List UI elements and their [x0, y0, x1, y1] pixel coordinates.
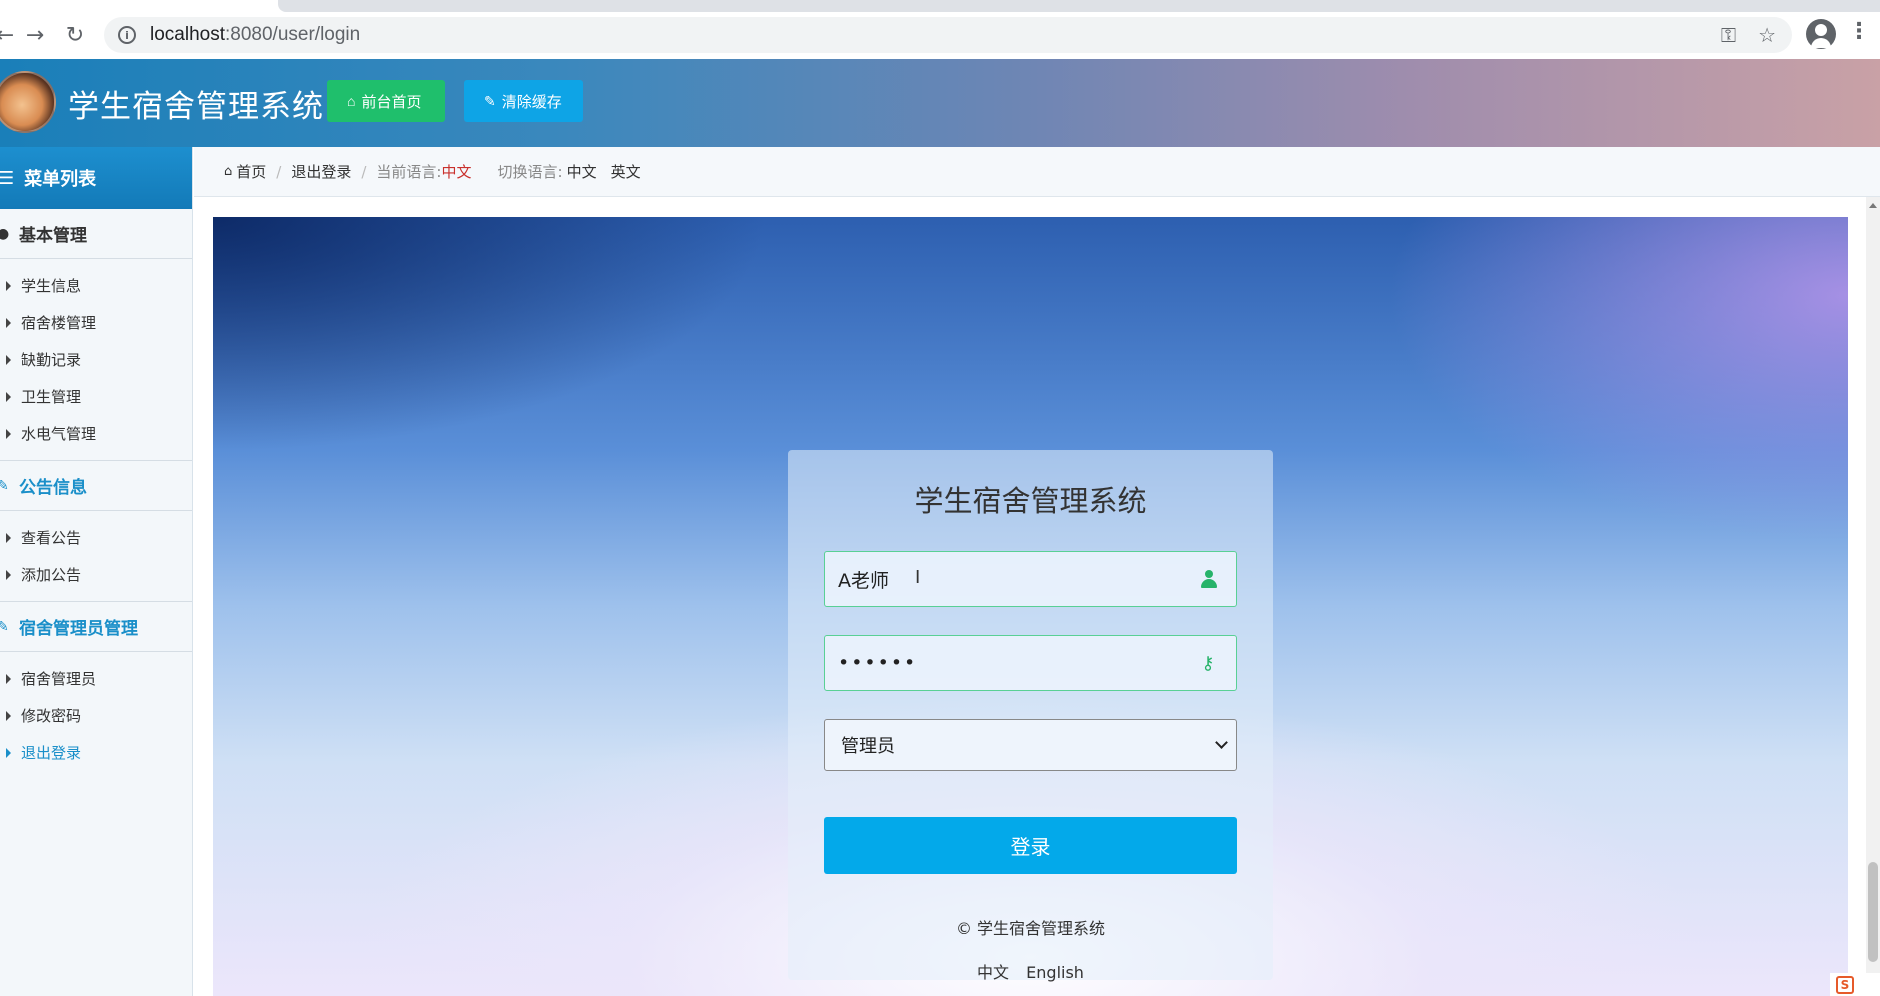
current-lang-label: 当前语言: — [376, 163, 442, 181]
key-icon[interactable]: ⚿ — [1721, 23, 1736, 47]
username-input[interactable]: A老师 I — [824, 551, 1237, 607]
login-title: 学生宿舍管理系统 — [914, 484, 1147, 518]
app-header: 学生宿舍管理系统 ⌂ 前台首页 ✎ 清除缓存 — [0, 59, 1880, 147]
reload-icon[interactable]: ↻ — [58, 18, 92, 52]
url-text[interactable]: localhost:8080/user/login — [150, 24, 360, 46]
caret-right-icon — [6, 391, 11, 402]
sidebar-item-student-info[interactable]: 学生信息 — [0, 267, 192, 304]
sidebar-item-hygiene[interactable]: 卫生管理 — [0, 378, 192, 415]
ime-icon: S — [1836, 975, 1854, 994]
text-cursor-icon: I — [915, 567, 921, 588]
caret-right-icon — [6, 710, 11, 721]
home-button[interactable]: ⌂ 前台首页 — [327, 80, 445, 122]
site-info-icon[interactable]: i — [118, 26, 136, 44]
sidebar-group-basic[interactable]: ● 基本管理 — [0, 209, 192, 259]
sidebar-item-view-notice[interactable]: 查看公告 — [0, 519, 192, 556]
forward-icon[interactable]: → — [18, 18, 52, 52]
caret-right-icon — [6, 354, 11, 365]
sidebar-item-add-notice[interactable]: 添加公告 — [0, 556, 192, 593]
tab-strip — [278, 0, 1880, 12]
password-input[interactable]: •••••• ⚷ — [824, 635, 1237, 691]
login-lang-switch: 中文 English — [788, 959, 1273, 983]
password-value: •••••• — [838, 652, 918, 674]
scroll-up-icon[interactable] — [1869, 203, 1877, 208]
avatar — [0, 71, 56, 133]
caret-right-icon — [6, 280, 11, 291]
role-value: 管理员 — [841, 736, 895, 757]
user-icon: ● — [0, 225, 10, 242]
scrollbar-thumb[interactable] — [1868, 862, 1878, 962]
wrench-icon: ✎ — [484, 92, 496, 109]
clear-cache-button[interactable]: ✎ 清除缓存 — [464, 80, 583, 122]
caret-right-icon — [6, 532, 11, 543]
page-scrollbar[interactable] — [1866, 197, 1880, 996]
caret-right-icon — [6, 569, 11, 580]
corner-badge[interactable]: S — [1830, 973, 1880, 996]
profile-icon[interactable] — [1806, 19, 1836, 49]
breadcrumb-logout[interactable]: 退出登录 — [291, 161, 351, 182]
sidebar-item-logout[interactable]: 退出登录 — [0, 734, 192, 771]
login-button[interactable]: 登录 — [824, 817, 1237, 874]
breadcrumb: ⌂ 首页 / 退出登录 / 当前语言: 中文 切换语言: 中文 英文 — [194, 147, 1880, 197]
sidebar: ☰ 菜单列表 ● 基本管理 学生信息 宿舍楼管理 缺勤记录 卫生管理 水电气管理… — [0, 147, 193, 996]
sidebar-group-notice[interactable]: ✎ 公告信息 — [0, 461, 192, 511]
sidebar-item-building[interactable]: 宿舍楼管理 — [0, 304, 192, 341]
caret-right-icon — [6, 317, 11, 328]
switch-lang-en[interactable]: 英文 — [611, 161, 641, 182]
address-bar[interactable]: i localhost:8080/user/login ⚿ ☆ — [104, 17, 1792, 53]
current-lang: 中文 — [441, 163, 472, 181]
login-lang-zh[interactable]: 中文 — [977, 963, 1009, 982]
edit-icon: ✎ — [0, 477, 9, 494]
sidebar-item-absence[interactable]: 缺勤记录 — [0, 341, 192, 378]
star-icon[interactable]: ☆ — [1758, 23, 1776, 47]
menu-list-icon: ☰ — [0, 167, 15, 189]
sidebar-header: ☰ 菜单列表 — [0, 147, 192, 209]
copyright-text: © 学生宿舍管理系统 — [955, 919, 1106, 938]
browser-toolbar: ← → ↻ i localhost:8080/user/login ⚿ ☆ ⋮ — [0, 0, 1880, 59]
switch-lang-zh[interactable]: 中文 — [567, 161, 597, 182]
switch-lang-label: 切换语言: — [497, 163, 563, 181]
sidebar-item-change-password[interactable]: 修改密码 — [0, 697, 192, 734]
caret-right-icon — [6, 673, 11, 684]
sidebar-group-dorm-admin[interactable]: ✎ 宿舍管理员管理 — [0, 602, 192, 652]
home-icon: ⌂ — [224, 164, 233, 179]
sidebar-item-utilities[interactable]: 水电气管理 — [0, 415, 192, 452]
login-lang-en[interactable]: English — [1026, 963, 1084, 982]
breadcrumb-home[interactable]: 首页 — [236, 161, 266, 182]
caret-right-icon — [6, 747, 11, 758]
chevron-down-icon — [1215, 736, 1228, 749]
browser-menu-icon[interactable]: ⋮ — [1848, 20, 1870, 44]
caret-right-icon — [6, 428, 11, 439]
user-icon — [1198, 568, 1220, 590]
login-card: 学生宿舍管理系统 A老师 I •••••• ⚷ 管理员 登录 © 学生宿舍管理系… — [788, 450, 1273, 983]
sidebar-item-dorm-admin[interactable]: 宿舍管理员 — [0, 660, 192, 697]
username-value: A老师 — [838, 569, 889, 592]
home-icon: ⌂ — [347, 93, 356, 109]
edit-icon: ✎ — [0, 618, 9, 635]
role-select[interactable]: 管理员 — [824, 719, 1237, 771]
key-icon: ⚷ — [1201, 652, 1217, 674]
app-title: 学生宿舍管理系统 — [68, 89, 324, 125]
